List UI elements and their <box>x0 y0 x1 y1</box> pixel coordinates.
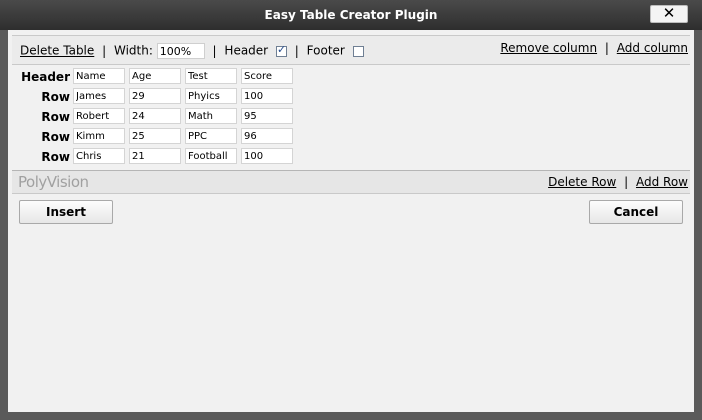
close-button[interactable]: ✕ <box>650 5 688 23</box>
row-label: Row <box>41 110 70 124</box>
header-row: Header <box>12 68 312 88</box>
table-cell[interactable] <box>129 128 181 144</box>
row-label: Row <box>41 90 70 104</box>
table-cell[interactable] <box>241 88 293 104</box>
table-cell[interactable] <box>241 128 293 144</box>
row-label: Row <box>41 130 70 144</box>
add-row-link[interactable]: Add Row <box>636 175 688 189</box>
row-actions-bar: PolyVision Delete Row | Add Row <box>12 170 690 194</box>
dialog-body: Delete Table | Width: | Header | Footer … <box>8 30 694 412</box>
table-cell[interactable] <box>73 108 125 124</box>
dialog-titlebar: Easy Table Creator Plugin ✕ <box>0 0 702 30</box>
width-label: Width: <box>113 43 153 58</box>
table-cell[interactable] <box>129 88 181 104</box>
separator: | <box>294 43 299 58</box>
header-cell[interactable] <box>241 68 293 84</box>
separator: | <box>102 43 107 58</box>
table-cell[interactable] <box>129 148 181 164</box>
remove-column-link[interactable]: Remove column <box>500 41 597 55</box>
table-cell[interactable] <box>241 108 293 124</box>
row-label: Row <box>41 150 70 164</box>
header-label: Header <box>224 43 269 58</box>
header-cell[interactable] <box>73 68 125 84</box>
polyvision-logo: PolyVision <box>18 173 89 191</box>
header-cell[interactable] <box>129 68 181 84</box>
table-cell[interactable] <box>73 128 125 144</box>
insert-button-label: Insert <box>46 205 86 219</box>
footer-label: Footer <box>306 43 345 58</box>
insert-button[interactable]: Insert <box>19 200 113 224</box>
table-cell[interactable] <box>73 148 125 164</box>
header-cell[interactable] <box>185 68 237 84</box>
row-label-header: Header <box>21 70 70 84</box>
table-cell[interactable] <box>241 148 293 164</box>
table-cell[interactable] <box>129 108 181 124</box>
delete-table-link[interactable]: Delete Table <box>20 44 94 58</box>
table-cell[interactable] <box>73 88 125 104</box>
separator: | <box>604 41 609 55</box>
width-input[interactable] <box>156 43 205 59</box>
table-creator-dialog: Easy Table Creator Plugin ✕ Delete Table… <box>0 0 702 420</box>
dialog-title: Easy Table Creator Plugin <box>264 8 438 22</box>
cancel-button-label: Cancel <box>613 205 659 219</box>
cancel-button[interactable]: Cancel <box>589 200 683 224</box>
table-row: Row <box>12 148 312 168</box>
separator: | <box>212 43 217 58</box>
separator: | <box>624 175 629 189</box>
delete-row-link[interactable]: Delete Row <box>548 175 616 189</box>
table-toolbar: Delete Table | Width: | Header | Footer … <box>12 35 690 65</box>
table-cell[interactable] <box>185 128 237 144</box>
table-row: Row <box>12 88 312 108</box>
table-row: Row <box>12 108 312 128</box>
close-icon: ✕ <box>662 4 676 22</box>
header-checkbox[interactable] <box>275 43 287 57</box>
add-column-link[interactable]: Add column <box>617 41 688 55</box>
table-row: Row <box>12 128 312 148</box>
table-cell[interactable] <box>185 148 237 164</box>
table-cell[interactable] <box>185 108 237 124</box>
table-cell[interactable] <box>185 88 237 104</box>
footer-checkbox[interactable] <box>352 45 364 57</box>
